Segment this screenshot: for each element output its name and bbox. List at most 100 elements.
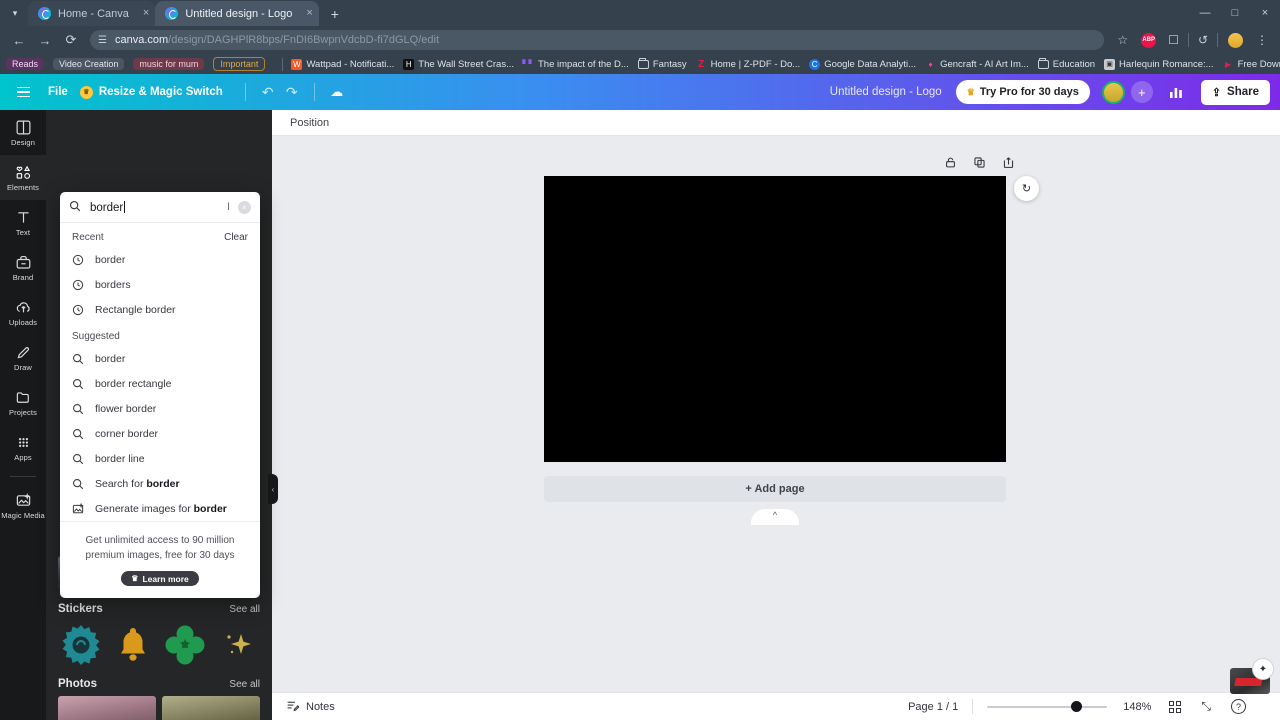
suggested-search-item[interactable]: border rectangle bbox=[60, 371, 260, 396]
zoom-knob[interactable] bbox=[1071, 701, 1083, 712]
search-input[interactable]: border bbox=[90, 200, 219, 214]
suggested-search-item[interactable]: flower border bbox=[60, 396, 260, 421]
bookmark-item[interactable]: ♦ Gencraft - AI Art Im... bbox=[925, 59, 1029, 70]
bookmark-item[interactable]: W Wattpad - Notificati... bbox=[291, 58, 394, 70]
sticker-item[interactable] bbox=[58, 621, 104, 668]
bookmark-star-icon[interactable]: ☆ bbox=[1110, 33, 1135, 47]
extensions-puzzle-icon[interactable]: ☐ bbox=[1168, 33, 1179, 47]
design-artboard[interactable] bbox=[544, 176, 1006, 462]
file-menu-button[interactable]: File bbox=[48, 86, 68, 98]
panel-collapse-handle[interactable]: ‹ bbox=[268, 474, 278, 504]
divider bbox=[244, 83, 246, 101]
canvas-viewport[interactable]: ↻ + Add page ^ bbox=[272, 136, 1280, 720]
profile-avatar[interactable] bbox=[1228, 32, 1243, 48]
reload-icon[interactable]: ⟳ bbox=[58, 27, 84, 53]
photo-item[interactable] bbox=[162, 696, 260, 720]
bookmark-item[interactable]: Important bbox=[213, 57, 266, 71]
see-all-link[interactable]: See all bbox=[229, 604, 260, 615]
resize-magic-switch-button[interactable]: ♛ Resize & Magic Switch bbox=[79, 85, 223, 99]
see-all-link[interactable]: See all bbox=[229, 679, 260, 690]
suggested-search-item[interactable]: border line bbox=[60, 446, 260, 471]
bookmark-item[interactable]: ▘▘ The impact of the D... bbox=[522, 59, 628, 70]
suggested-search-item[interactable]: corner border bbox=[60, 421, 260, 446]
history-icon[interactable]: ↺ bbox=[1198, 33, 1208, 47]
bookmark-item[interactable]: music for mum bbox=[133, 58, 205, 70]
clear-search-icon[interactable]: × bbox=[238, 200, 251, 214]
insights-chart-icon[interactable] bbox=[1163, 79, 1189, 105]
sticker-item[interactable] bbox=[162, 621, 208, 668]
keyboard-shortcut-widget[interactable]: ✦ bbox=[1230, 658, 1274, 694]
cloud-saved-icon[interactable]: ☁ bbox=[325, 80, 349, 104]
user-avatar[interactable] bbox=[1101, 80, 1125, 104]
try-pro-button[interactable]: ♛ Try Pro for 30 days bbox=[955, 80, 1090, 104]
back-icon[interactable]: ← bbox=[6, 27, 32, 53]
bookmark-folder[interactable]: Education bbox=[1037, 57, 1095, 70]
page-panel-toggle[interactable]: ^ bbox=[751, 509, 799, 525]
sidebar-item-elements[interactable]: Elements bbox=[0, 155, 46, 200]
address-bar[interactable]: ☰ canva.com/design/DAGHPlR8bps/FnDI6Bwpn… bbox=[90, 30, 1105, 50]
tab-search-icon[interactable]: ▾ bbox=[2, 0, 28, 26]
window-close-icon[interactable]: × bbox=[1250, 0, 1280, 26]
browser-tab-1[interactable]: Untitled design - Logo × bbox=[155, 1, 319, 26]
browser-tab-0[interactable]: Home - Canva × bbox=[28, 1, 156, 26]
sticker-item[interactable] bbox=[214, 621, 260, 668]
photo-item[interactable] bbox=[58, 696, 156, 720]
hamburger-menu-icon[interactable] bbox=[10, 79, 36, 105]
learn-more-button[interactable]: ♛ Learn more bbox=[121, 571, 199, 586]
suggested-search-item[interactable]: border bbox=[60, 346, 260, 371]
add-page-button[interactable]: + Add page bbox=[544, 476, 1006, 502]
share-button[interactable]: ⇪ Share bbox=[1200, 79, 1270, 105]
bookmark-item[interactable]: C Google Data Analyti... bbox=[809, 58, 916, 70]
minimize-icon[interactable]: — bbox=[1190, 0, 1220, 26]
search-for-query-item[interactable]: Search for border bbox=[60, 471, 260, 496]
browser-menu-icon[interactable]: ⋮ bbox=[1250, 33, 1274, 47]
add-collaborator-button[interactable]: + bbox=[1130, 81, 1153, 103]
bookmark-item[interactable]: H The Wall Street Cras... bbox=[403, 58, 514, 70]
bookmark-item[interactable]: ▣ Harlequin Romance:... bbox=[1104, 58, 1214, 70]
sidebar-item-uploads[interactable]: Uploads bbox=[0, 290, 46, 335]
fullscreen-icon[interactable]: ⤡ bbox=[1201, 699, 1211, 714]
notes-button[interactable]: Notes bbox=[286, 699, 335, 715]
position-button[interactable]: Position bbox=[290, 117, 329, 129]
extension-badge-icon[interactable]: ABP bbox=[1141, 32, 1157, 48]
export-icon[interactable] bbox=[1002, 156, 1015, 172]
sidebar-item-apps[interactable]: Apps bbox=[0, 425, 46, 470]
recent-search-item[interactable]: border bbox=[60, 247, 260, 272]
bookmark-folder[interactable]: Fantasy bbox=[637, 57, 687, 70]
close-icon[interactable]: × bbox=[306, 8, 312, 19]
redo-icon[interactable]: ↷ bbox=[280, 80, 304, 104]
sidebar-item-projects[interactable]: Projects bbox=[0, 380, 46, 425]
document-title[interactable]: Untitled design - Logo bbox=[830, 86, 942, 98]
grid-view-icon[interactable] bbox=[1169, 700, 1182, 713]
recent-search-item[interactable]: Rectangle border bbox=[60, 297, 260, 322]
sidebar-item-text[interactable]: Text bbox=[0, 200, 46, 245]
sidebar-item-draw[interactable]: Draw bbox=[0, 335, 46, 380]
forward-icon[interactable]: → bbox=[32, 27, 58, 53]
magic-sparkle-badge-icon[interactable]: ✦ bbox=[1252, 658, 1274, 680]
undo-icon[interactable]: ↶ bbox=[256, 80, 280, 104]
section-title: Photos bbox=[58, 678, 97, 690]
generate-images-item[interactable]: Generate images for border bbox=[60, 496, 260, 521]
help-icon[interactable]: ? bbox=[1231, 699, 1246, 714]
rotate-handle[interactable]: ↻ bbox=[1014, 176, 1039, 201]
close-icon[interactable]: × bbox=[143, 8, 149, 19]
site-settings-icon[interactable]: ☰ bbox=[98, 35, 107, 46]
sticker-item[interactable] bbox=[110, 621, 156, 668]
search-field[interactable]: border I × bbox=[60, 192, 260, 223]
bookmark-item[interactable]: Video Creation bbox=[53, 58, 125, 70]
bookmark-item[interactable]: Reads bbox=[6, 58, 45, 70]
bookmark-item[interactable]: ▶ Free Download Books bbox=[1223, 59, 1280, 70]
maximize-icon[interactable]: □ bbox=[1220, 0, 1250, 26]
clear-recent-button[interactable]: Clear bbox=[224, 232, 248, 243]
new-tab-button[interactable]: + bbox=[323, 2, 347, 26]
sidebar-item-design[interactable]: Design bbox=[0, 110, 46, 155]
duplicate-icon[interactable] bbox=[973, 156, 986, 172]
bookmark-item[interactable]: Z Home | Z-PDF - Do... bbox=[696, 59, 800, 70]
lock-icon[interactable] bbox=[944, 156, 957, 172]
sidebar-item-brand[interactable]: Brand bbox=[0, 245, 46, 290]
zoom-level-label[interactable]: 148% bbox=[1123, 701, 1151, 713]
promo-line-2: premium images, free for 30 days bbox=[85, 550, 235, 561]
sidebar-item-magic-media[interactable]: Magic Media bbox=[0, 483, 46, 528]
zoom-slider[interactable] bbox=[987, 701, 1108, 713]
recent-search-item[interactable]: borders bbox=[60, 272, 260, 297]
